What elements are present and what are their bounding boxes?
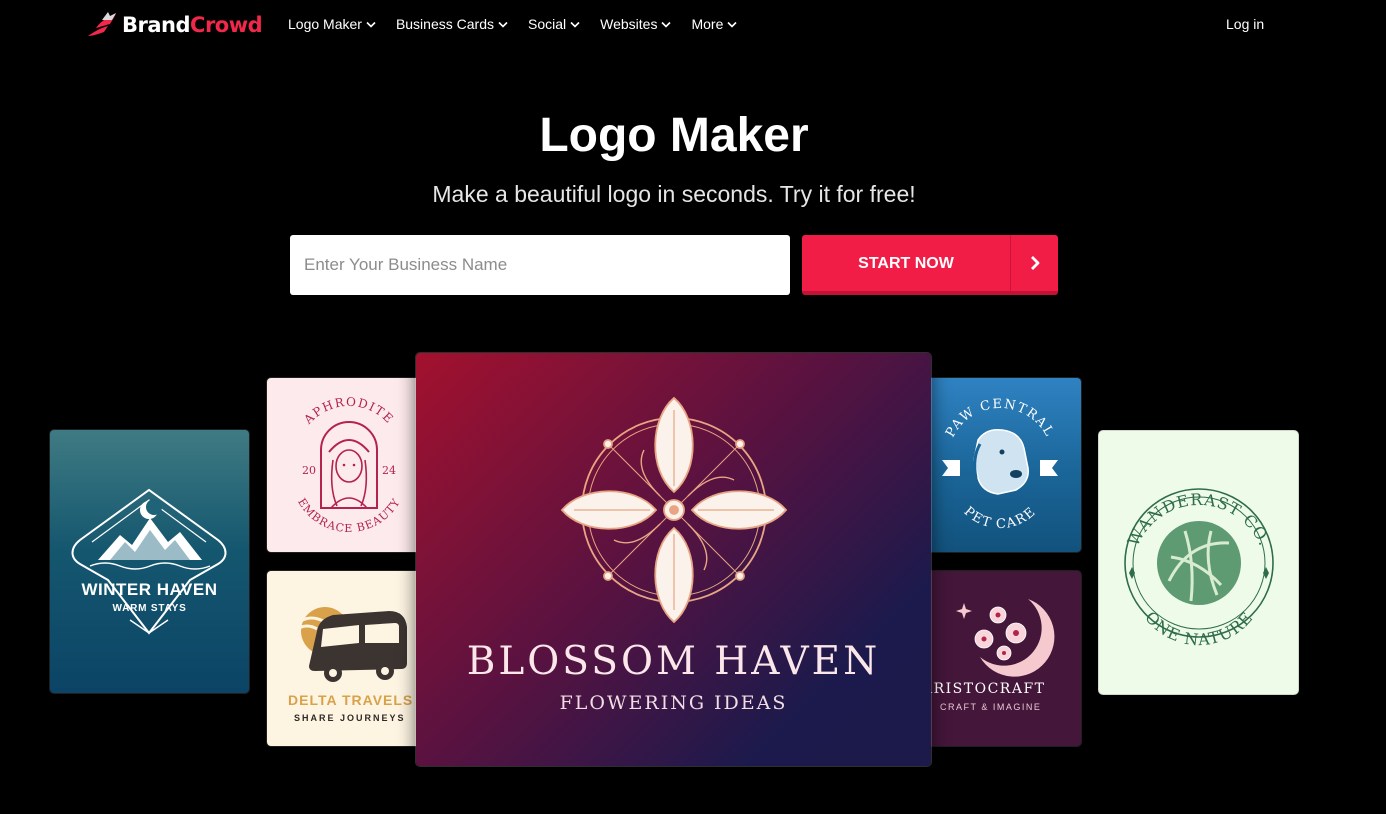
chevron-down-icon (366, 21, 376, 28)
nav-item-label: Websites (600, 16, 658, 32)
login-link[interactable]: Log in (1226, 16, 1264, 32)
moon-flowers-icon (956, 599, 1055, 677)
nav-item-more[interactable]: More (691, 16, 737, 32)
logo-title: BLOSSOM HAVEN (466, 639, 881, 684)
logo-card-wanderast[interactable]: WANDERAST CO. ONE NATURE (1099, 431, 1298, 694)
svg-text:EMBRACE BEAUTY: EMBRACE BEAUTY (295, 496, 403, 535)
logo-card-delta-travels[interactable]: DELTA TRAVELS SHARE JOURNEYS (267, 571, 427, 746)
page-title: Logo Maker (539, 109, 809, 162)
start-now-label: START NOW (858, 255, 954, 272)
nav-item-label: Social (527, 16, 567, 32)
svg-text:PET CARE: PET CARE (961, 504, 1040, 532)
logo-subtitle: FLOWERING IDEAS (559, 692, 788, 714)
nav-item-label: Logo Maker (288, 16, 362, 32)
logo-subtitle: CRAFT & IMAGINE (940, 702, 1042, 712)
logo-card-blossom-haven[interactable]: BLOSSOM HAVEN FLOWERING IDEAS (416, 353, 931, 766)
svg-text:24: 24 (382, 464, 396, 477)
brandcrowd-logo-icon (88, 12, 116, 36)
logo-title: DELTA TRAVELS (288, 692, 414, 708)
chevron-down-icon (727, 21, 737, 28)
nav-item-websites[interactable]: Websites (600, 16, 672, 32)
logo-subtitle: WARM STAYS (112, 603, 187, 614)
nav-item-business-cards[interactable]: Business Cards (396, 16, 508, 32)
logo-subtitle: SHARE JOURNEYS (294, 713, 406, 723)
logo-title: ARISTOCRAFT (922, 681, 1046, 697)
chevron-down-icon (570, 21, 580, 28)
nav-item-label: Business Cards (395, 16, 494, 32)
logo-card-aristocraft[interactable]: ARISTOCRAFT CRAFT & IMAGINE (920, 571, 1081, 746)
mountain-badge-icon (71, 488, 227, 635)
logo-card-aphrodite[interactable]: APHRODITE EMBRACE BEAUTY 20 24 (267, 378, 427, 552)
logo-card-paw-central[interactable]: PAW CENTRAL PET CARE (920, 378, 1081, 552)
main-menu: Logo Maker Business Cards Social Website… (288, 16, 757, 32)
brandcrowd-logo[interactable]: BrandCrowd (86, 10, 263, 40)
chevron-right-icon (1010, 235, 1058, 291)
logo-title: WINTER HAVEN (81, 580, 218, 599)
business-name-input[interactable] (290, 235, 790, 295)
logo-card-winter-haven[interactable]: WINTER HAVEN WARM STAYS (50, 430, 249, 693)
svg-text:20: 20 (302, 464, 316, 477)
chevron-down-icon (661, 21, 672, 28)
brand-name: BrandCrowd (122, 13, 263, 37)
start-now-button[interactable]: START NOW (802, 235, 1058, 295)
leaf-circle-icon: WANDERAST CO. ONE NATURE (1124, 488, 1274, 649)
page-subtitle: Make a beautiful logo in seconds. Try it… (432, 181, 916, 207)
chevron-down-icon (498, 21, 508, 28)
nav-item-label: More (691, 16, 724, 32)
goddess-portrait-icon: APHRODITE EMBRACE BEAUTY 20 24 (295, 395, 403, 535)
nav-item-social[interactable]: Social (528, 16, 580, 32)
dog-head-icon: PAW CENTRAL PET CARE (942, 397, 1058, 532)
top-nav: BrandCrowd Logo Maker Business Cards Soc… (0, 0, 1386, 50)
nav-item-logo-maker[interactable]: Logo Maker (288, 16, 376, 32)
